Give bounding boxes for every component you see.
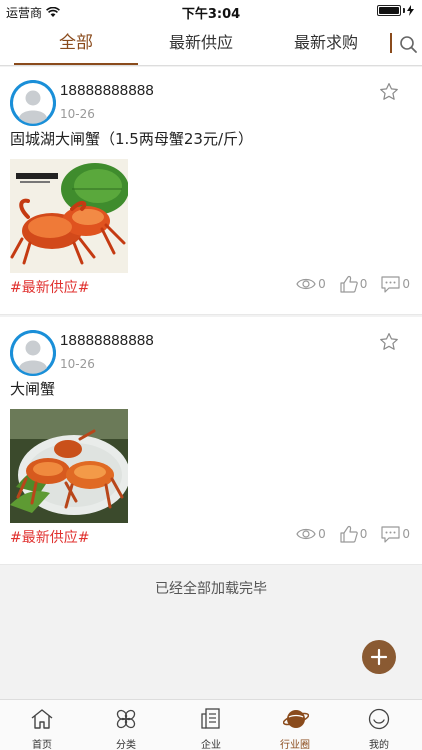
favorite-star-icon[interactable]: [378, 331, 400, 353]
comment-icon: [381, 275, 400, 293]
category-icon: [116, 709, 136, 729]
tab-all-label: 全部: [59, 33, 93, 53]
nav-profile-label: 我的: [369, 740, 389, 750]
nav-category-label: 分类: [116, 740, 136, 750]
view-count: 0: [296, 527, 326, 541]
nav-enterprise-label: 企业: [201, 740, 221, 750]
status-bar: 运营商 下午3:04: [0, 0, 422, 22]
battery-icon: [377, 5, 401, 16]
tab-latest-supply-label: 最新供应: [168, 33, 233, 52]
default-avatar-icon: [10, 330, 56, 376]
avatar[interactable]: [10, 80, 56, 126]
tab-latest-demand[interactable]: 最新求购: [264, 22, 388, 66]
post-username[interactable]: 18888888888: [60, 82, 154, 99]
post-text: 固城湖大闸蟹（1.5两母蟹23元/斤）: [10, 130, 253, 148]
profile-icon: [368, 708, 390, 730]
crab-photo-plate: [10, 409, 128, 523]
battery-area: [377, 5, 414, 16]
comment-count-value: 0: [402, 527, 410, 541]
post-actions: 0 0 0: [296, 525, 410, 543]
nav-home[interactable]: 首页: [0, 700, 84, 750]
comment-button[interactable]: 0: [381, 275, 410, 293]
like-count-value: 0: [359, 277, 368, 291]
thumbs-up-icon: [340, 525, 358, 543]
tab-all[interactable]: 全部: [14, 22, 138, 66]
plus-icon: [370, 648, 388, 666]
post-feed: 18888888888 10-26 固城湖大闸蟹（1.5两母蟹23元/斤） #最…: [0, 67, 422, 565]
add-post-button[interactable]: [362, 640, 396, 674]
home-icon: [31, 709, 53, 729]
eye-icon: [296, 528, 316, 540]
post-actions: 0 0 0: [296, 275, 410, 293]
post-date: 10-26: [60, 357, 95, 371]
avatar[interactable]: [10, 330, 56, 376]
post-date: 10-26: [60, 107, 95, 121]
view-count-value: 0: [318, 527, 326, 541]
nav-home-label: 首页: [32, 740, 52, 750]
thumbs-up-icon: [340, 275, 358, 293]
like-button[interactable]: 0: [340, 525, 368, 543]
nav-enterprise[interactable]: 企业: [169, 700, 253, 750]
search-icon[interactable]: [398, 34, 420, 56]
comment-button[interactable]: 0: [381, 525, 410, 543]
end-of-list-message: 已经全部加载完毕: [155, 581, 267, 597]
industry-circle-icon: [283, 710, 309, 728]
post-image-crab-leaf[interactable]: [10, 159, 128, 273]
post-card[interactable]: 18888888888 10-26 固城湖大闸蟹（1.5两母蟹23元/斤） #最…: [0, 67, 422, 315]
nav-industry-circle[interactable]: 行业圈: [253, 700, 337, 750]
crab-photo-leaf: [10, 159, 128, 273]
post-image-crab-plate[interactable]: [10, 409, 128, 523]
top-tab-bar: 全部 最新供应 最新求购: [0, 22, 422, 66]
view-count-value: 0: [318, 277, 326, 291]
comment-count-value: 0: [402, 277, 410, 291]
post-hashtag[interactable]: #最新供应#: [10, 277, 89, 297]
comment-icon: [381, 525, 400, 543]
charging-icon: [407, 5, 414, 16]
post-username[interactable]: 18888888888: [60, 332, 154, 349]
default-avatar-icon: [10, 80, 56, 126]
enterprise-icon: [201, 708, 220, 729]
clock: 下午3:04: [181, 7, 241, 22]
nav-industry-circle-label: 行业圈: [280, 740, 310, 750]
like-count-value: 0: [359, 527, 368, 541]
nav-profile[interactable]: 我的: [337, 700, 421, 750]
like-button[interactable]: 0: [340, 275, 368, 293]
post-card[interactable]: 18888888888 10-26 大闸蟹 #最新供应# 0 0 0: [0, 317, 422, 565]
tab-divider: [390, 33, 392, 53]
favorite-star-icon[interactable]: [378, 81, 400, 103]
tab-latest-demand-label: 最新求购: [293, 33, 358, 52]
tab-latest-supply[interactable]: 最新供应: [139, 22, 263, 66]
nav-category[interactable]: 分类: [84, 700, 168, 750]
eye-icon: [296, 278, 316, 290]
view-count: 0: [296, 277, 326, 291]
bottom-nav: 首页 分类 企业 行业圈 我的: [0, 699, 422, 750]
active-tab-indicator: [14, 63, 138, 65]
post-text: 大闸蟹: [10, 380, 56, 398]
post-hashtag[interactable]: #最新供应#: [10, 527, 89, 547]
